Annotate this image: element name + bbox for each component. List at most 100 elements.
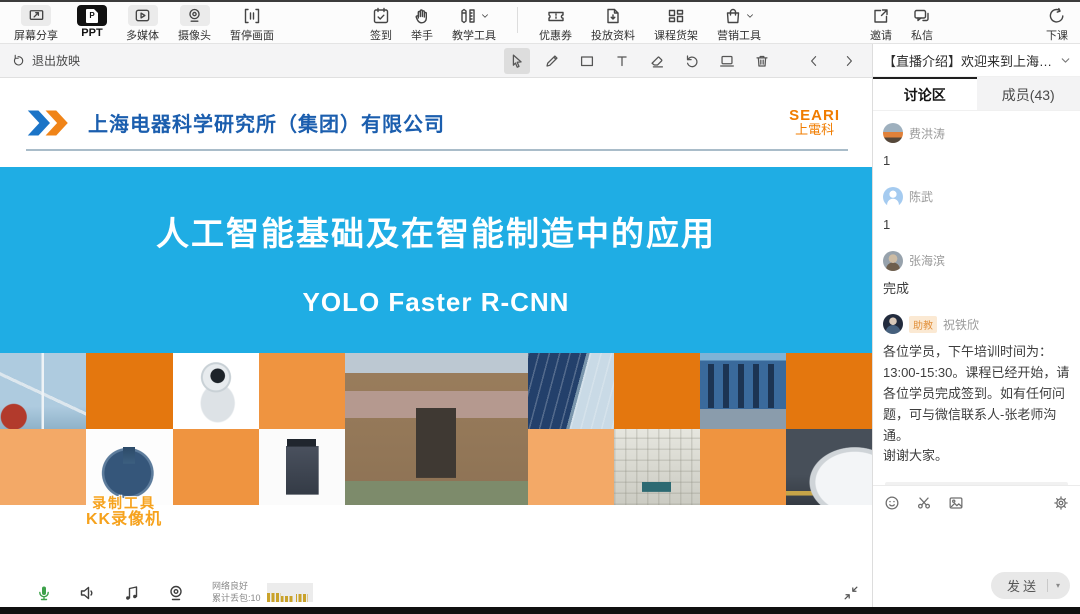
send-options-caret[interactable]: ▾ [1056, 581, 1060, 590]
camera-button[interactable]: 摄像头 [176, 5, 213, 43]
collapse-view-button[interactable] [842, 584, 860, 602]
network-status: 网络良好 [212, 581, 261, 592]
message-header: 费洪涛 [883, 123, 1070, 143]
multimedia-button[interactable]: 多媒体 [124, 5, 161, 43]
materials-icon [603, 5, 623, 26]
chevron-down-icon [745, 11, 755, 21]
teaching-tools-button[interactable]: 教学工具 [450, 5, 498, 43]
sender-name: 费洪涛 [909, 125, 945, 142]
chat-message: 费洪涛 1 [883, 123, 1070, 172]
collapse-icon [842, 584, 860, 602]
emoji-icon [883, 494, 901, 512]
end-class-icon [1047, 5, 1067, 26]
cursor-icon [508, 52, 526, 70]
scissors-icon [915, 494, 933, 512]
message-text: 1 [883, 151, 1070, 172]
pause-frame-button[interactable]: 暂停画面 [228, 5, 276, 43]
image-upload-button[interactable] [947, 494, 965, 512]
end-class-button[interactable]: 下课 [1044, 5, 1070, 43]
chat-sidebar: 【直播介绍】欢迎来到上海电器... 讨论区 成员(43) 费洪涛1陈武1张海滨完… [872, 44, 1080, 607]
collage-tile-orange [0, 429, 86, 505]
seari-logo: SEARI 上電科 [789, 108, 840, 137]
intro-expand-button[interactable] [1059, 54, 1072, 67]
rectangle-icon [578, 52, 596, 70]
tab-discussion[interactable]: 讨论区 [873, 77, 977, 110]
signin-calendar-icon [371, 5, 391, 26]
chat-message-list[interactable]: 费洪涛1陈武1张海滨完成助教祝铁欣各位学员，下午培训时间为：13:00-15:3… [873, 111, 1080, 485]
screen-share-button[interactable]: 屏幕分享 [12, 5, 60, 43]
back-arrow-icon [12, 53, 27, 68]
chat-input[interactable] [883, 518, 1070, 572]
chevron-right-icon [841, 53, 857, 69]
cursor-tool-button[interactable] [504, 48, 530, 74]
send-button[interactable]: 发送 ▾ [991, 572, 1070, 599]
send-row: 发送 ▾ [883, 572, 1070, 599]
collage-photo-electric-car [786, 429, 872, 505]
chat-message: 陈武1 [883, 187, 1070, 236]
music-note-icon [122, 583, 142, 603]
chevron-down-icon [1059, 54, 1072, 67]
presentation-toolbar: 退出放映 [0, 44, 872, 78]
chevron-down-icon [480, 11, 490, 21]
signin-button[interactable]: 签到 [368, 5, 394, 43]
background-music-button[interactable] [122, 583, 142, 603]
company-name: 上海电器科学研究所（集团）有限公司 [88, 108, 445, 137]
text-icon [613, 52, 631, 70]
double-chevron-logo [26, 109, 74, 137]
emoji-button[interactable] [883, 494, 901, 512]
course-shelf-button[interactable]: 课程货架 [652, 5, 700, 43]
undo-tool-button[interactable] [679, 48, 705, 74]
text-tool-button[interactable] [609, 48, 635, 74]
raise-hand-button[interactable]: 举手 [409, 5, 435, 43]
eraser-tool-button[interactable] [644, 48, 670, 74]
packet-loss: 累计丢包:10 [212, 593, 261, 604]
next-page-button[interactable] [836, 48, 862, 74]
ppt-button[interactable]: P PPT [75, 5, 109, 43]
network-indicator: 网络良好 累计丢包:10 [212, 581, 313, 604]
message-text: 各位学员，下午培训时间为：13:00-15:30。课程已经开始，请各位学员完成签… [883, 342, 1070, 467]
sidebar-tabs: 讨论区 成员(43) [873, 77, 1080, 111]
avatar [883, 251, 903, 271]
materials-button[interactable]: 投放资料 [589, 5, 637, 43]
screenshot-button[interactable] [915, 494, 933, 512]
raise-hand-icon [412, 5, 432, 26]
speaker-icon [78, 583, 98, 603]
top-toolbar: 屏幕分享 P PPT 多媒体 摄像头 [0, 2, 1080, 44]
ppt-icon: P [77, 5, 107, 26]
private-message-icon [912, 5, 932, 26]
network-bars-chart [267, 583, 313, 602]
avatar [883, 123, 903, 143]
tab-members[interactable]: 成员(43) [977, 77, 1080, 110]
avatar [883, 187, 903, 207]
chat-settings-button[interactable] [1052, 494, 1070, 512]
camera-toggle[interactable] [166, 583, 186, 603]
collage-photo-test-chamber [614, 429, 700, 505]
live-intro-bar[interactable]: 【直播介绍】欢迎来到上海电器... [873, 44, 1080, 77]
screen-tool-button[interactable] [714, 48, 740, 74]
marketing-tools-button[interactable]: 营销工具 [715, 5, 763, 43]
sender-name: 张海滨 [909, 252, 945, 269]
exit-presentation-button[interactable]: 退出放映 [12, 52, 80, 69]
coupon-button[interactable]: 优惠券 [537, 5, 574, 43]
invite-button[interactable]: 邀请 [868, 5, 894, 43]
media-status-bar: 网络良好 累计丢包:10 [0, 578, 872, 607]
screen-share-icon [21, 5, 51, 26]
teaching-tools-icon [458, 5, 490, 26]
previous-page-button[interactable] [801, 48, 827, 74]
speaker-toggle[interactable] [78, 583, 98, 603]
coupon-icon [546, 5, 566, 26]
rectangle-tool-button[interactable] [574, 48, 600, 74]
main-area: 退出放映 [0, 44, 872, 607]
screen-icon [718, 52, 736, 70]
microphone-toggle[interactable] [34, 583, 54, 603]
invite-icon [871, 5, 891, 26]
message-text: 1 [883, 215, 1070, 236]
toolbar-source-group: 屏幕分享 P PPT 多媒体 摄像头 [12, 5, 276, 43]
webcam-icon [166, 583, 186, 603]
pencil-tool-button[interactable] [539, 48, 565, 74]
clear-all-button[interactable] [749, 48, 775, 74]
microphone-icon [34, 583, 54, 603]
assistant-badge: 助教 [909, 316, 937, 333]
gear-icon [1052, 494, 1070, 512]
private-message-button[interactable]: 私信 [909, 5, 935, 43]
